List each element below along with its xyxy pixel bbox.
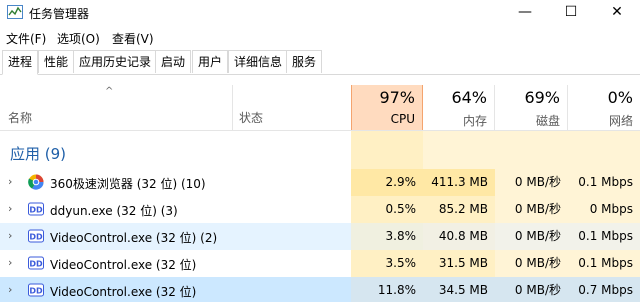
disk-value: 0 MB/秒 xyxy=(495,196,568,223)
group-header-apps[interactable]: 应用 (9) xyxy=(10,143,66,164)
memory-value: 40.8 MB xyxy=(423,223,495,250)
cpu-value: 3.8% xyxy=(351,223,423,250)
process-name: ddyun.exe (32 位) (3) xyxy=(50,204,178,218)
expand-chevron-icon[interactable]: › xyxy=(8,283,12,296)
cpu-group-band xyxy=(351,131,423,169)
tab-details[interactable]: 详细信息 xyxy=(228,50,289,73)
process-name: VideoControl.exe (32 位) xyxy=(50,285,197,299)
tab-startup[interactable]: 启动 xyxy=(155,50,192,73)
disk-value: 0 MB/秒 xyxy=(495,250,568,277)
cpu-label: CPU xyxy=(390,112,415,126)
process-name: VideoControl.exe (32 位) (2) xyxy=(50,231,218,245)
memory-label: 内存 xyxy=(462,114,487,128)
minimize-button[interactable]: — xyxy=(502,0,548,25)
svg-text:DD: DD xyxy=(29,260,43,269)
cpu-value: 0.5% xyxy=(351,196,423,223)
close-button[interactable]: ✕ xyxy=(594,0,640,25)
cpu-value: 3.5% xyxy=(351,250,423,277)
task-manager-icon xyxy=(7,5,23,19)
memory-value: 85.2 MB xyxy=(423,196,495,223)
dd-app-icon: DD xyxy=(28,256,44,270)
svg-text:DD: DD xyxy=(29,287,43,296)
tab-strip: 进程 性能 应用历史记录 启动 用户 详细信息 服务 xyxy=(0,50,640,75)
network-value: 0.1 Mbps xyxy=(568,250,640,277)
menu-file[interactable]: 文件(F) xyxy=(6,30,46,47)
cpu-value: 2.9% xyxy=(351,169,423,196)
network-percent: 0% xyxy=(607,88,633,107)
svg-text:DD: DD xyxy=(29,206,43,215)
network-label: 网络 xyxy=(608,114,633,128)
menu-view[interactable]: 查看(V) xyxy=(112,30,154,47)
tab-services[interactable]: 服务 xyxy=(286,50,323,73)
cpu-percent: 97% xyxy=(379,88,415,107)
cpu-value: 11.8% xyxy=(351,277,423,302)
tab-performance[interactable]: 性能 xyxy=(38,50,75,73)
memory-value: 34.5 MB xyxy=(423,277,495,302)
table-row[interactable]: › DD VideoControl.exe (32 位) 3.5% 31.5 M… xyxy=(0,250,640,277)
window-title: 任务管理器 xyxy=(29,7,90,21)
disk-value: 0 MB/秒 xyxy=(495,169,568,196)
tab-users[interactable]: 用户 xyxy=(192,50,229,73)
column-cpu[interactable]: 97% CPU xyxy=(351,85,423,130)
memory-value: 31.5 MB xyxy=(423,250,495,277)
process-name: 360极速浏览器 (32 位) (10) xyxy=(50,177,206,191)
browser-icon xyxy=(28,174,44,190)
dd-app-icon: DD xyxy=(28,229,44,243)
sort-ascending-icon: ^ xyxy=(105,86,114,97)
column-disk[interactable]: 69% 磁盘 xyxy=(495,85,568,130)
svg-text:DD: DD xyxy=(29,233,43,242)
memory-value: 411.3 MB xyxy=(423,169,495,196)
disk-value: 0 MB/秒 xyxy=(495,277,568,302)
expand-chevron-icon[interactable]: › xyxy=(8,175,12,188)
tab-processes[interactable]: 进程 xyxy=(2,50,39,75)
column-divider[interactable] xyxy=(232,85,233,131)
metric-group-band xyxy=(423,131,640,169)
disk-percent: 69% xyxy=(524,88,560,107)
table-row[interactable]: › DD VideoControl.exe (32 位) 11.8% 34.5 … xyxy=(0,277,640,302)
table-row[interactable]: › DD VideoControl.exe (32 位) (2) 3.8% 40… xyxy=(0,223,640,250)
network-value: 0.1 Mbps xyxy=(568,223,640,250)
tab-app-history[interactable]: 应用历史记录 xyxy=(73,50,158,73)
table-row[interactable]: › 360极速浏览器 (32 位) (10) 2.9% 411.3 MB 0 M… xyxy=(0,169,640,196)
column-status[interactable]: 状态 xyxy=(239,109,263,126)
network-value: 0.1 Mbps xyxy=(568,169,640,196)
network-value: 0 Mbps xyxy=(568,196,640,223)
process-name: VideoControl.exe (32 位) xyxy=(50,258,197,272)
title-bar: 任务管理器 — ☐ ✕ xyxy=(0,0,640,25)
maximize-button[interactable]: ☐ xyxy=(548,0,594,25)
expand-chevron-icon[interactable]: › xyxy=(8,202,12,215)
table-row[interactable]: › DD ddyun.exe (32 位) (3) 0.5% 85.2 MB 0… xyxy=(0,196,640,223)
disk-value: 0 MB/秒 xyxy=(495,223,568,250)
dd-app-icon: DD xyxy=(28,283,44,297)
column-name[interactable]: 名称 xyxy=(8,109,32,126)
menu-options[interactable]: 选项(O) xyxy=(57,30,100,47)
network-value: 0.7 Mbps xyxy=(568,277,640,302)
dd-app-icon: DD xyxy=(28,202,44,216)
disk-label: 磁盘 xyxy=(535,114,560,128)
column-memory[interactable]: 64% 内存 xyxy=(423,85,495,130)
expand-chevron-icon[interactable]: › xyxy=(8,229,12,242)
expand-chevron-icon[interactable]: › xyxy=(8,256,12,269)
memory-percent: 64% xyxy=(451,88,487,107)
column-network[interactable]: 0% 网络 xyxy=(568,85,640,130)
